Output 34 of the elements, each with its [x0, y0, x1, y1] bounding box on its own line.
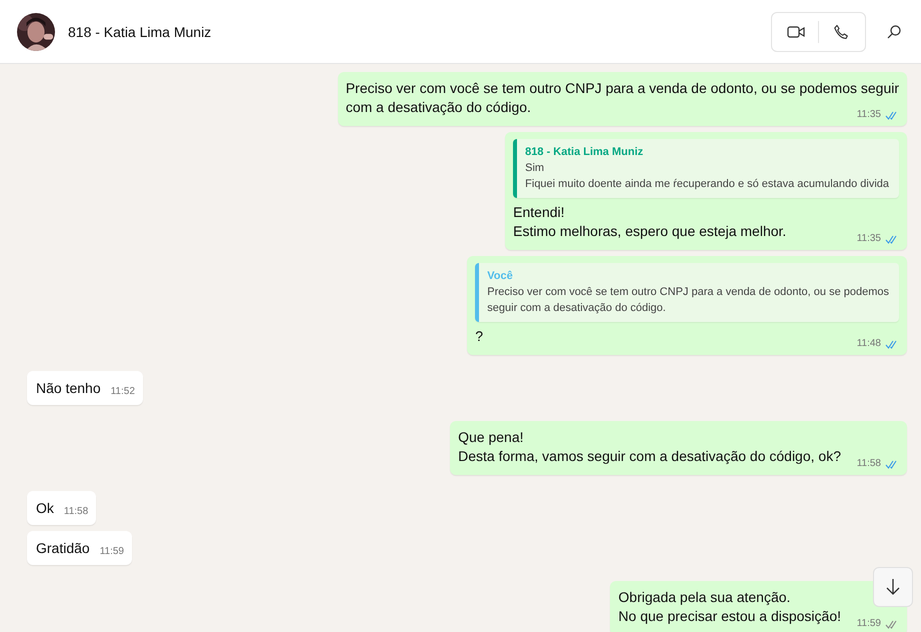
phone-icon [833, 24, 849, 40]
message-text: Entendi! [513, 203, 565, 222]
message-text: Preciso ver com você se tem outro CNPJ para a venda de odonto, ou se podemos seguir [346, 79, 899, 98]
quote-text: Fiquei muito doente ainda me ŕecuperando e só estava acumulando divida [525, 177, 889, 192]
message-text: No que precisar estou a disposição! [618, 608, 841, 624]
quote-text: Preciso ver com você se tem outro CNPJ para a venda de odonto, ou se podemos [487, 285, 889, 300]
message-text: Gratidão [36, 540, 90, 556]
message-time: 11:59 [100, 546, 124, 558]
contact-name: 818 - Katia Lima Muniz [68, 24, 212, 40]
message-text: com a desativação do código. [346, 99, 531, 115]
quoted-message[interactable]: Você Preciso ver com você se tem outro CNPJ para a venda de odonto, ou se podemos seguir com a desativação do código. [475, 263, 899, 322]
quote-text: seguir com a desativação do código. [487, 301, 667, 316]
quoted-message[interactable]: 818 - Katia Lima Muniz Sim Fiquei muito doente ainda me ŕecuperando e só estava acumulando divida [513, 139, 899, 198]
message-time: 11:35 [856, 233, 881, 245]
message-text: Estimo melhoras, espero que esteja melhor. [513, 223, 786, 239]
message-text: Que pena! [458, 428, 524, 447]
message-time: 11:59 [856, 618, 881, 630]
quote-text: Sim [525, 161, 546, 176]
search-icon [886, 24, 902, 40]
message-text: Desta forma, vamos seguir com a desativação do código, ok? [458, 448, 841, 464]
message-time: 11:35 [856, 109, 881, 121]
message-text: Ok [36, 500, 54, 516]
video-camera-icon [787, 24, 805, 38]
message-time: 11:58 [64, 506, 88, 518]
quote-author: 818 - Katia Lima Muniz [525, 145, 644, 160]
message-text: Obrigada pela sua atenção. [618, 588, 790, 607]
message-time: 11:52 [110, 386, 135, 398]
message-text: ? [475, 328, 484, 344]
arrow-down-icon [885, 578, 901, 596]
message-text: Não tenho [36, 380, 101, 396]
quote-author: Você [487, 269, 514, 284]
message-time: 11:48 [856, 338, 881, 350]
message-time: 11:58 [856, 458, 881, 470]
scroll-down-button[interactable] [873, 567, 913, 607]
